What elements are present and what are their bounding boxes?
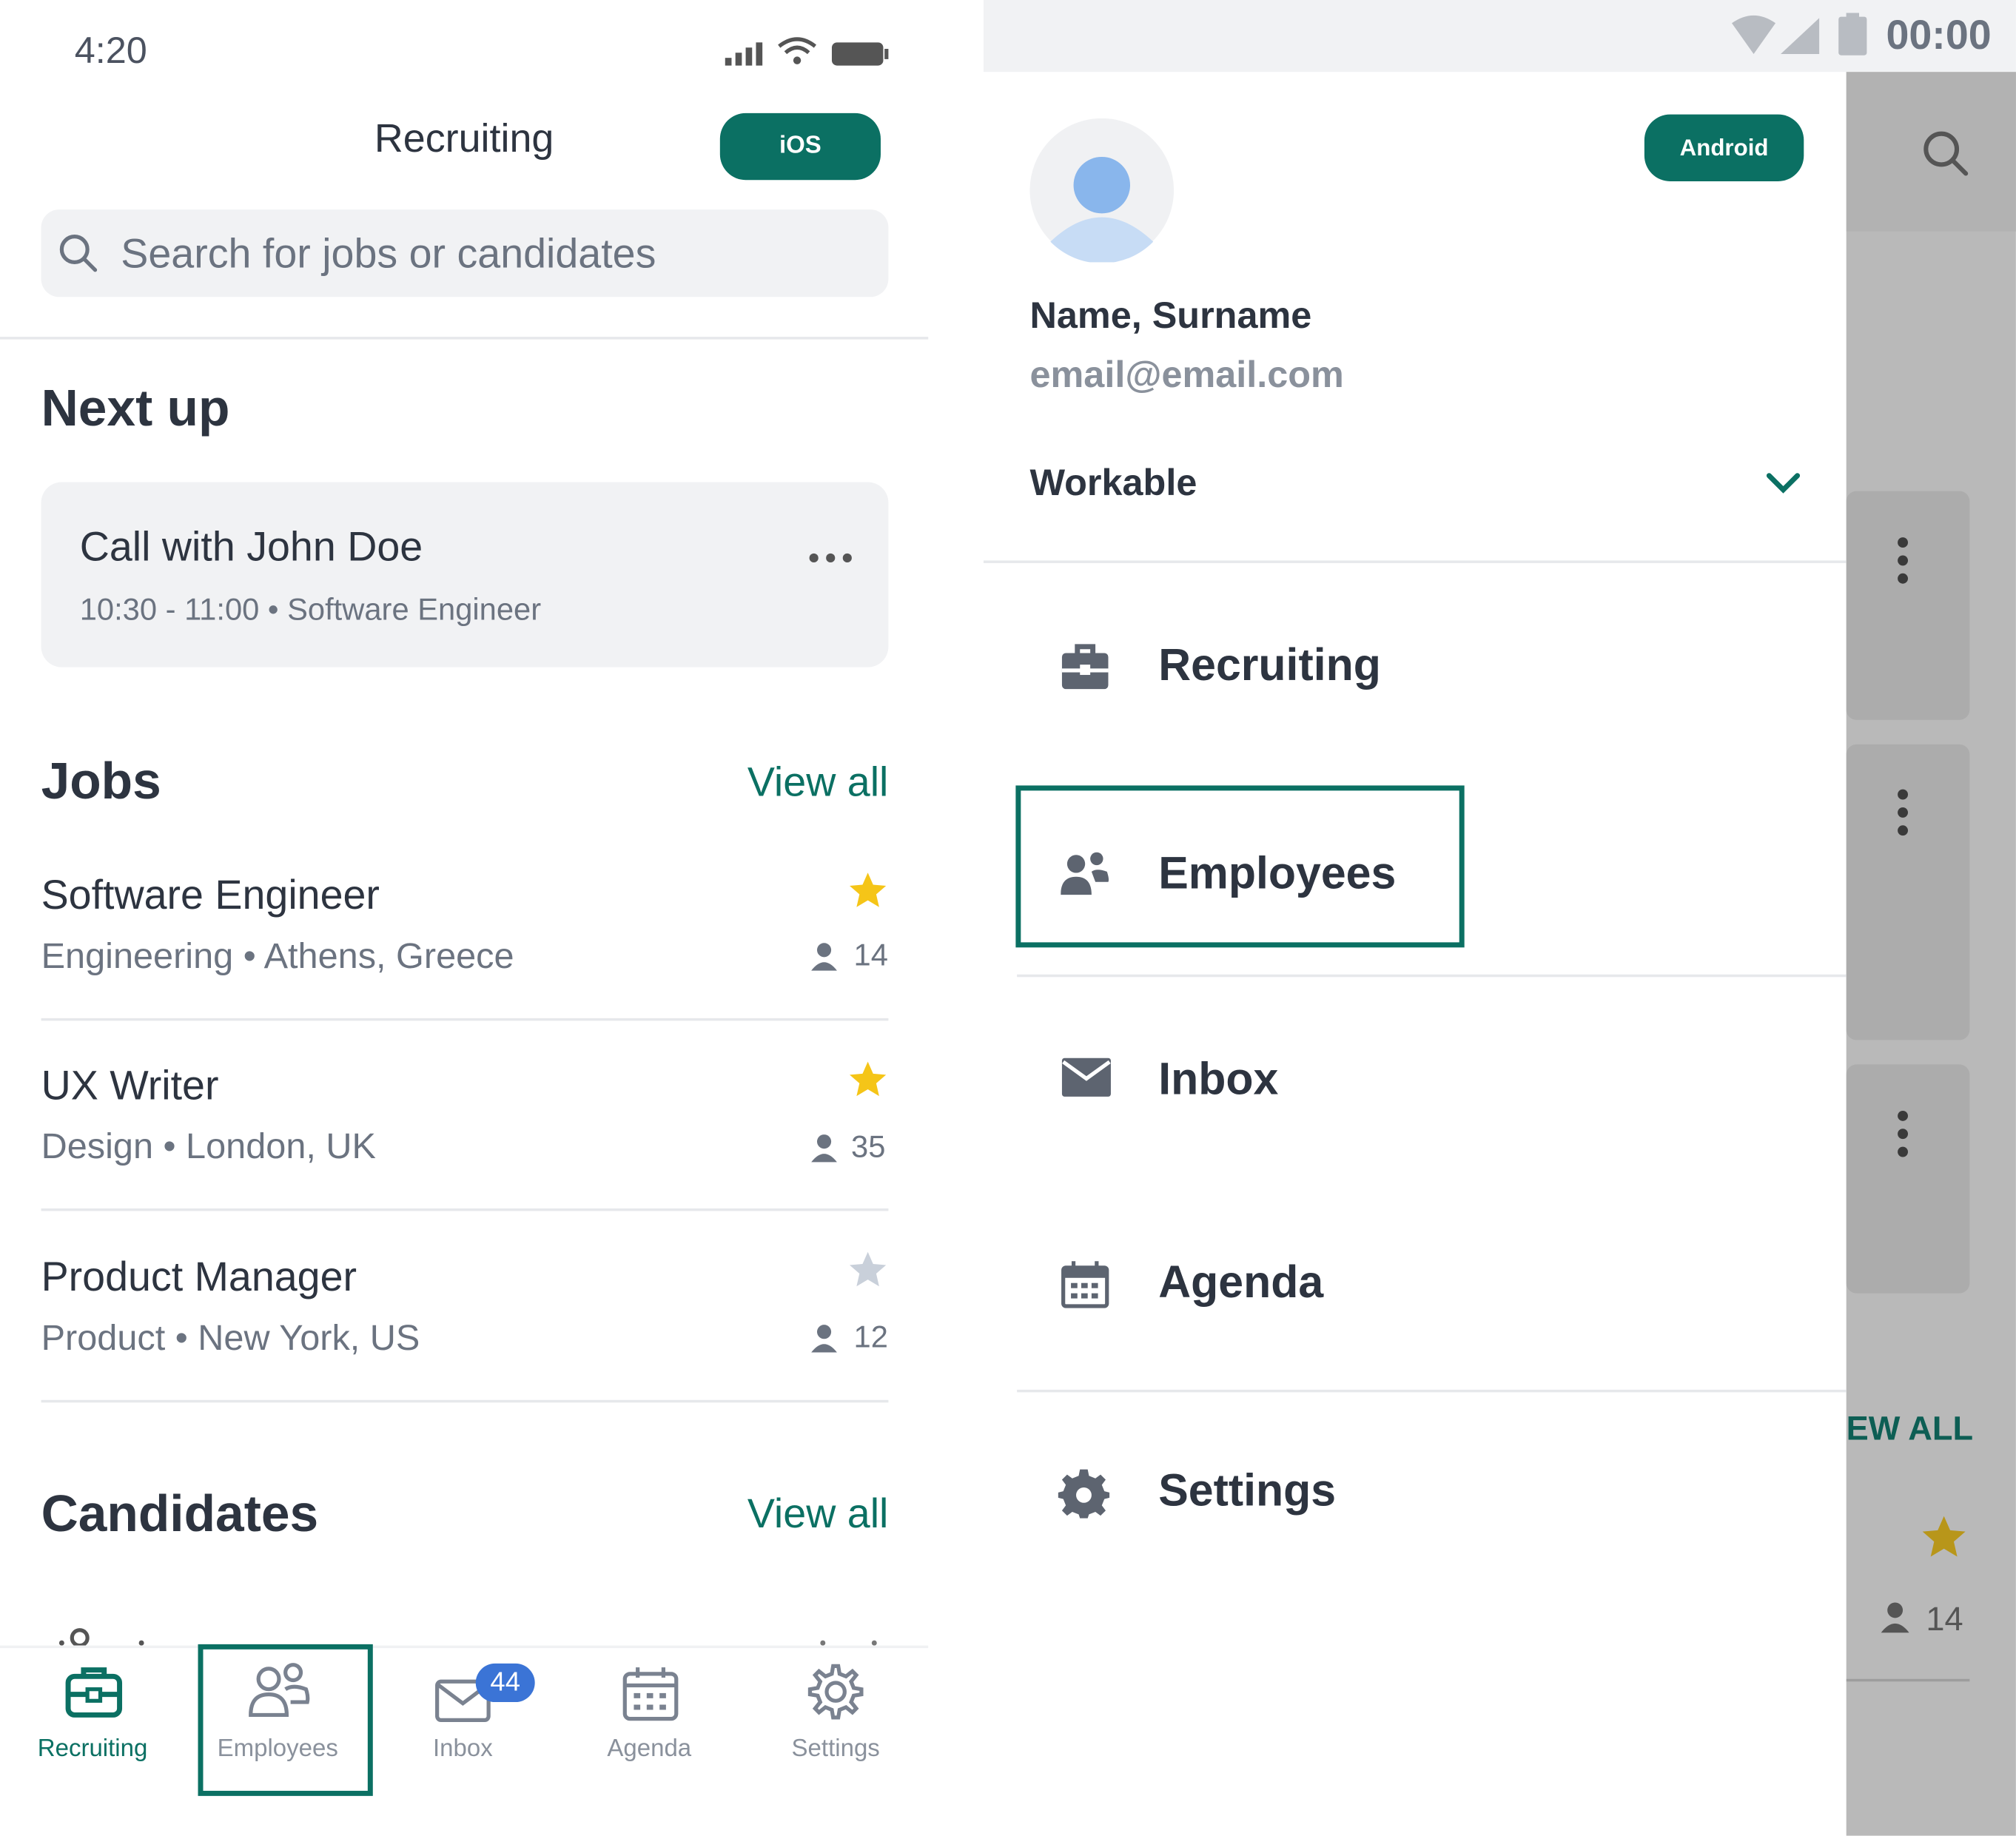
star-icon[interactable] (846, 1058, 890, 1102)
job-title: Product Manager (41, 1253, 357, 1300)
view-all-link: EW ALL (1846, 1408, 1974, 1448)
signal-icon (1778, 16, 1822, 57)
job-meta: Engineering • Athens, Greece (41, 935, 514, 976)
event-title: Call with John Doe (79, 523, 423, 570)
job-title: Software Engineer (41, 871, 380, 918)
divider (0, 337, 929, 340)
wifi-icon (776, 36, 818, 67)
battery-icon (830, 40, 890, 68)
android-badge: Android (1644, 114, 1804, 181)
calendar-icon (621, 1666, 680, 1722)
candidate-count: 14 (853, 938, 888, 974)
gear-icon (806, 1664, 865, 1723)
signal-icon (722, 38, 769, 67)
android-screen: 00:00 EW ALL 14 Android Name, Surname em… (983, 0, 2016, 1836)
menu-label: Settings (1158, 1465, 1337, 1516)
highlight-box (198, 1644, 373, 1796)
star-icon (1918, 1512, 1969, 1563)
divider (983, 560, 1847, 563)
chevron-down-icon (1765, 471, 1801, 497)
more-vert-icon (1898, 1110, 1909, 1165)
status-time: 00:00 (1886, 11, 1992, 58)
tab-settings[interactable]: Settings (743, 1648, 928, 1789)
navigation-drawer: Android Name, Surname email@email.com Wo… (983, 72, 1847, 1836)
divider (1846, 1678, 1970, 1682)
tab-label: Inbox (433, 1735, 493, 1763)
job-meta: Design • London, UK (41, 1126, 376, 1166)
tab-recruiting[interactable]: Recruiting (0, 1648, 185, 1789)
tab-inbox[interactable]: 44 Inbox (370, 1648, 555, 1789)
calendar-icon (1061, 1260, 1109, 1308)
tab-bar: Recruiting Employees 44 Inbox Agenda Set… (0, 1645, 929, 1836)
job-row[interactable]: Software Engineer Engineering • Athens, … (41, 864, 889, 1018)
divider (1017, 974, 1847, 978)
menu-label: Recruiting (1158, 640, 1381, 690)
candidate-count: 14 (1926, 1599, 1963, 1638)
unread-badge: 44 (475, 1663, 535, 1703)
more-icon[interactable] (807, 551, 854, 564)
divider (41, 1018, 889, 1021)
divider (41, 1208, 889, 1211)
search-input[interactable]: Search for jobs or candidates (41, 209, 889, 297)
tab-label: Agenda (607, 1735, 692, 1763)
list-item (1846, 1064, 1970, 1294)
person-icon (810, 1323, 838, 1354)
search-icon (1921, 129, 1969, 178)
search-icon (56, 232, 100, 275)
person-icon (810, 1132, 838, 1163)
list-item (1846, 491, 1970, 720)
user-name: Name, Surname (1029, 295, 1312, 337)
account-switcher[interactable]: Workable (984, 445, 1847, 522)
briefcase-icon (1061, 643, 1109, 692)
search-placeholder: Search for jobs or candidates (121, 229, 656, 277)
job-title: UX Writer (41, 1061, 219, 1109)
account-name: Workable (1029, 463, 1197, 504)
mail-icon (1061, 1057, 1112, 1098)
section-heading-candidates: Candidates (41, 1486, 319, 1543)
ios-screen: 4:20 Recruiting iOS Search for jobs or c… (0, 0, 929, 1836)
menu-item-settings[interactable]: Settings (1017, 1411, 1846, 1570)
job-meta: Product • New York, US (41, 1317, 420, 1358)
divider (1017, 1389, 1847, 1393)
menu-item-agenda[interactable]: Agenda (1017, 1203, 1846, 1362)
job-row[interactable]: Product Manager Product • New York, US 1… (41, 1245, 889, 1399)
divider (41, 1399, 889, 1403)
next-up-card[interactable]: Call with John Doe 10:30 - 11:00 • Softw… (41, 482, 889, 668)
event-details: 10:30 - 11:00 • Software Engineer (79, 592, 542, 628)
menu-label: Agenda (1158, 1257, 1324, 1308)
avatar[interactable] (1029, 118, 1175, 263)
menu-item-recruiting[interactable]: Recruiting (1017, 586, 1846, 745)
section-heading-jobs: Jobs (41, 753, 161, 810)
star-icon[interactable] (846, 869, 890, 912)
page-title: Recruiting (374, 115, 554, 161)
status-time: 4:20 (74, 30, 147, 73)
briefcase-icon (64, 1664, 124, 1720)
more-vert-icon (1898, 537, 1909, 591)
candidate-count: 12 (853, 1320, 888, 1356)
status-bar: 00:00 (983, 0, 2016, 73)
person-icon (1880, 1599, 1911, 1635)
candidates-view-all-link[interactable]: View all (720, 1490, 889, 1537)
menu-item-inbox[interactable]: Inbox (1017, 998, 1846, 1157)
gear-icon (1058, 1468, 1110, 1519)
user-email: email@email.com (1029, 354, 1344, 397)
tab-label: Settings (791, 1735, 880, 1763)
jobs-view-all-link[interactable]: View all (720, 759, 889, 806)
person-icon (810, 941, 838, 972)
menu-label: Inbox (1158, 1054, 1279, 1105)
more-vert-icon (1898, 789, 1909, 844)
wifi-icon (1730, 13, 1778, 56)
ios-badge: iOS (719, 112, 881, 181)
star-outline-icon[interactable] (846, 1248, 890, 1292)
battery-icon (1837, 13, 1868, 56)
background-app: EW ALL 14 (1846, 72, 2016, 1836)
list-item (51, 1625, 900, 1646)
tab-agenda[interactable]: Agenda (557, 1648, 742, 1789)
job-row[interactable]: UX Writer Design • London, UK 35 (41, 1055, 889, 1208)
highlight-box (1015, 785, 1465, 948)
section-heading-next-up: Next up (41, 380, 230, 437)
tab-label: Recruiting (37, 1735, 148, 1763)
candidate-count: 35 (851, 1129, 886, 1165)
